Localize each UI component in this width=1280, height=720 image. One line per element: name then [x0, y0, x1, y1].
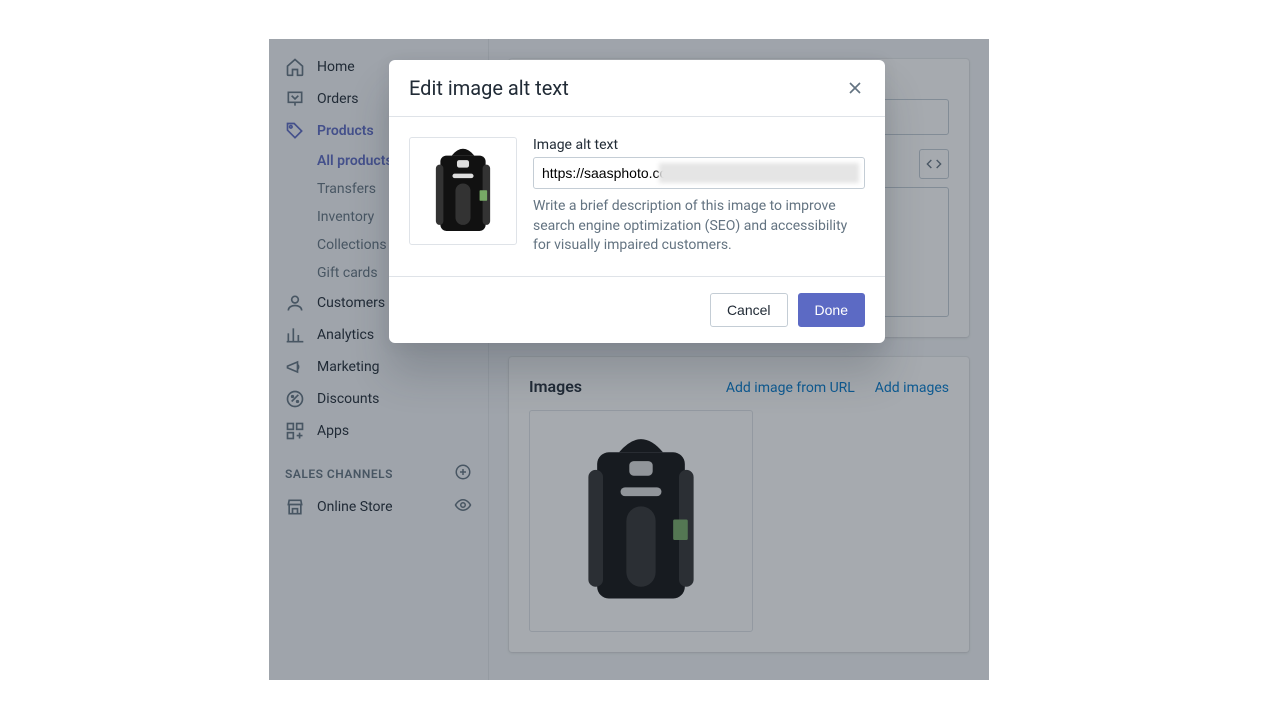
modal-title: Edit image alt text — [409, 76, 569, 100]
redacted-content — [659, 163, 859, 183]
close-icon[interactable] — [845, 78, 865, 98]
alt-text-field: Image alt text Write a brief description… — [533, 137, 865, 256]
done-button[interactable]: Done — [798, 293, 865, 327]
alt-text-help: Write a brief description of this image … — [533, 197, 865, 256]
alt-text-label: Image alt text — [533, 137, 865, 153]
edit-alt-text-modal: Edit image alt text Image alt text — [389, 60, 885, 343]
modal-header: Edit image alt text — [389, 60, 885, 117]
modal-body: Image alt text Write a brief description… — [389, 117, 885, 276]
cancel-button[interactable]: Cancel — [710, 293, 788, 327]
alt-text-thumbnail — [409, 137, 517, 245]
modal-footer: Cancel Done — [389, 276, 885, 343]
